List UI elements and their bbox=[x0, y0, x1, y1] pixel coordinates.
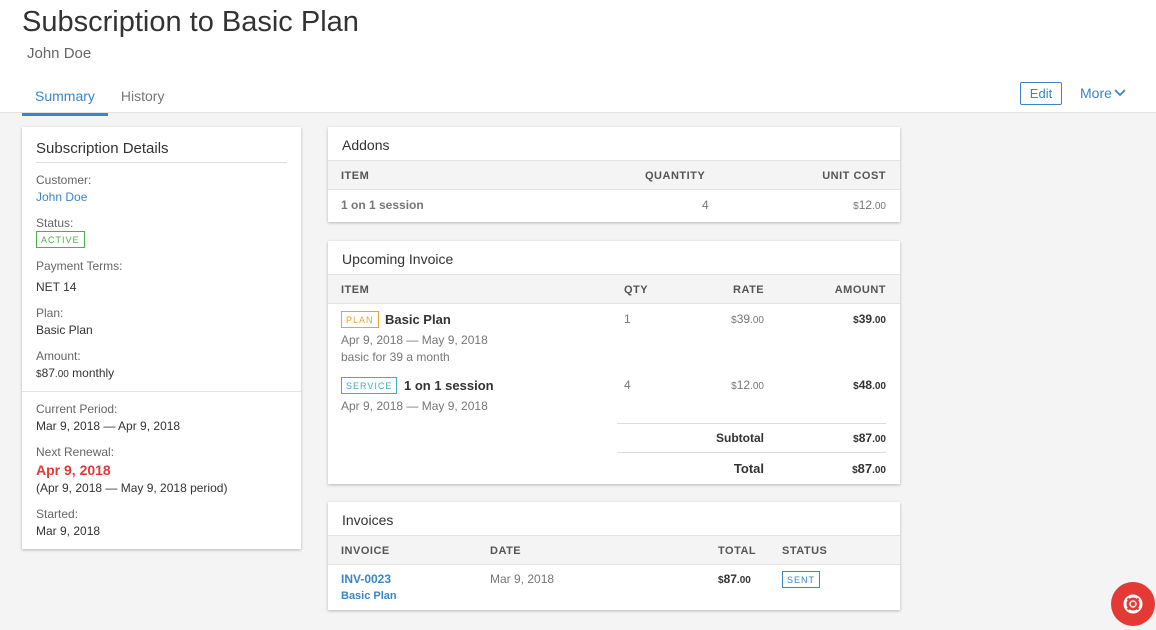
line-item-qty: 4 bbox=[624, 378, 631, 392]
upcoming-col-qty: QTY bbox=[624, 284, 649, 296]
invoices-col-invoice: INVOICE bbox=[341, 545, 390, 557]
page-title: Subscription to Basic Plan bbox=[22, 6, 359, 38]
line-item-period: Apr 9, 2018 — May 9, 2018 bbox=[341, 399, 488, 413]
upcoming-col-amount: AMOUNT bbox=[834, 284, 886, 296]
addon-cost-whole: 12 bbox=[858, 198, 873, 212]
amount-label: Amount: bbox=[36, 349, 81, 363]
started-label: Started: bbox=[36, 507, 79, 521]
subtotal-cents: .00 bbox=[872, 434, 886, 445]
next-renewal-label: Next Renewal: bbox=[36, 445, 115, 459]
customer-subtitle: John Doe bbox=[27, 45, 92, 62]
customer-link[interactable]: John Doe bbox=[36, 190, 87, 204]
upcoming-table-header: ITEM QTY RATE AMOUNT bbox=[328, 274, 900, 304]
rate-whole: 12 bbox=[736, 378, 751, 392]
addon-unit-cost: $12.00 bbox=[853, 198, 886, 212]
details-title: Subscription Details bbox=[36, 140, 287, 163]
invoice-total: $87.00 bbox=[718, 572, 751, 586]
upcoming-col-item: ITEM bbox=[341, 284, 370, 296]
next-renewal-note: (Apr 9, 2018 — May 9, 2018 period) bbox=[36, 481, 228, 495]
plan-tag: PLAN bbox=[341, 311, 379, 328]
amount-cents: .00 bbox=[54, 369, 69, 380]
invoice-total-whole: 87 bbox=[723, 572, 737, 586]
rate-whole: 39 bbox=[736, 312, 751, 326]
line-item-amount: $39.00 bbox=[853, 312, 886, 326]
addon-item: 1 on 1 session bbox=[341, 198, 424, 212]
current-period-value: Mar 9, 2018 — Apr 9, 2018 bbox=[36, 419, 181, 433]
rate-cents: .00 bbox=[750, 315, 764, 326]
invoices-col-status: STATUS bbox=[782, 545, 828, 557]
status-label: Status: bbox=[36, 216, 74, 230]
upcoming-col-rate: RATE bbox=[733, 284, 765, 296]
total-divider bbox=[617, 452, 886, 453]
rate-cents: .00 bbox=[750, 381, 764, 392]
line-item-period: Apr 9, 2018 — May 9, 2018 bbox=[341, 333, 488, 347]
lifebuoy-icon bbox=[1123, 594, 1143, 614]
invoices-table-header: INVOICE DATE TOTAL STATUS bbox=[328, 535, 900, 565]
help-button[interactable] bbox=[1111, 582, 1155, 626]
invoice-plan: Basic Plan bbox=[341, 590, 397, 602]
subtotal-divider bbox=[617, 423, 886, 424]
status-badge: ACTIVE bbox=[36, 231, 85, 248]
invoice-number-link[interactable]: INV-0023 bbox=[341, 572, 391, 586]
line-item-rate: $12.00 bbox=[731, 378, 764, 392]
line-item-name: 1 on 1 session bbox=[404, 378, 494, 393]
service-tag: SERVICE bbox=[341, 377, 398, 394]
addon-cost-cents: .00 bbox=[872, 201, 886, 212]
total-label: Total bbox=[733, 461, 764, 476]
more-label: More bbox=[1080, 85, 1112, 101]
tab-history[interactable]: History bbox=[108, 86, 178, 116]
invoice-status-badge: SENT bbox=[782, 571, 821, 588]
plan-label: Plan: bbox=[36, 306, 64, 320]
subtotal-whole: 87 bbox=[858, 431, 873, 445]
upcoming-invoice-card: Upcoming Invoice ITEM QTY RATE AMOUNT PL… bbox=[328, 241, 900, 484]
addons-table-header: ITEM QUANTITY UNIT COST bbox=[328, 160, 900, 190]
plan-value: Basic Plan bbox=[36, 323, 93, 337]
payment-terms-label: Payment Terms: bbox=[36, 259, 123, 273]
next-renewal-value: Apr 9, 2018 bbox=[36, 462, 111, 478]
edit-button[interactable]: Edit bbox=[1020, 82, 1062, 105]
line-item-description: basic for 39 a month bbox=[341, 350, 450, 364]
addons-col-quantity: QUANTITY bbox=[645, 170, 706, 182]
amount-whole: 87 bbox=[41, 366, 55, 380]
amount-whole: 39 bbox=[858, 312, 873, 326]
line-item-amount: $48.00 bbox=[853, 378, 886, 392]
invoices-card: Invoices INVOICE DATE TOTAL STATUS INV-0… bbox=[328, 502, 900, 610]
amount-cents: .00 bbox=[872, 381, 886, 392]
amount-suffix: monthly bbox=[68, 366, 115, 380]
addons-card: Addons ITEM QUANTITY UNIT COST 1 on 1 se… bbox=[328, 127, 900, 222]
line-item-name: Basic Plan bbox=[385, 312, 451, 327]
tab-summary[interactable]: Summary bbox=[22, 86, 108, 116]
line-item-rate: $39.00 bbox=[731, 312, 764, 326]
addons-col-item: ITEM bbox=[341, 170, 370, 182]
customer-label: Customer: bbox=[36, 173, 92, 187]
line-item-qty: 1 bbox=[624, 312, 631, 326]
amount-value: $87.00 monthly bbox=[36, 366, 114, 380]
payment-terms-value: NET 14 bbox=[36, 280, 77, 294]
more-button[interactable]: More bbox=[1080, 85, 1126, 101]
invoice-date: Mar 9, 2018 bbox=[490, 572, 555, 586]
total-whole: 87 bbox=[857, 461, 873, 476]
details-divider bbox=[22, 391, 301, 392]
upcoming-title: Upcoming Invoice bbox=[342, 251, 454, 267]
invoices-col-date: DATE bbox=[490, 545, 522, 557]
page-header: Subscription to Basic Plan John Doe Summ… bbox=[0, 0, 1156, 116]
subscription-details-card: Subscription Details Customer: John Doe … bbox=[22, 127, 301, 549]
current-period-label: Current Period: bbox=[36, 402, 118, 416]
addons-col-unit-cost: UNIT COST bbox=[822, 170, 886, 182]
addons-title: Addons bbox=[342, 137, 390, 153]
tab-bar: Summary History bbox=[22, 86, 177, 116]
invoices-col-total: TOTAL bbox=[718, 545, 757, 557]
addon-quantity: 4 bbox=[702, 198, 709, 212]
amount-cents: .00 bbox=[872, 315, 886, 326]
subtotal-label: Subtotal bbox=[716, 431, 764, 445]
subtotal-value: $87.00 bbox=[853, 431, 886, 445]
invoices-title: Invoices bbox=[342, 512, 394, 528]
started-value: Mar 9, 2018 bbox=[36, 524, 101, 538]
total-value: $87.00 bbox=[852, 461, 886, 476]
invoice-total-cents: .00 bbox=[736, 575, 751, 586]
amount-whole: 48 bbox=[858, 378, 873, 392]
total-cents: .00 bbox=[872, 465, 886, 476]
chevron-down-icon bbox=[1114, 89, 1126, 97]
